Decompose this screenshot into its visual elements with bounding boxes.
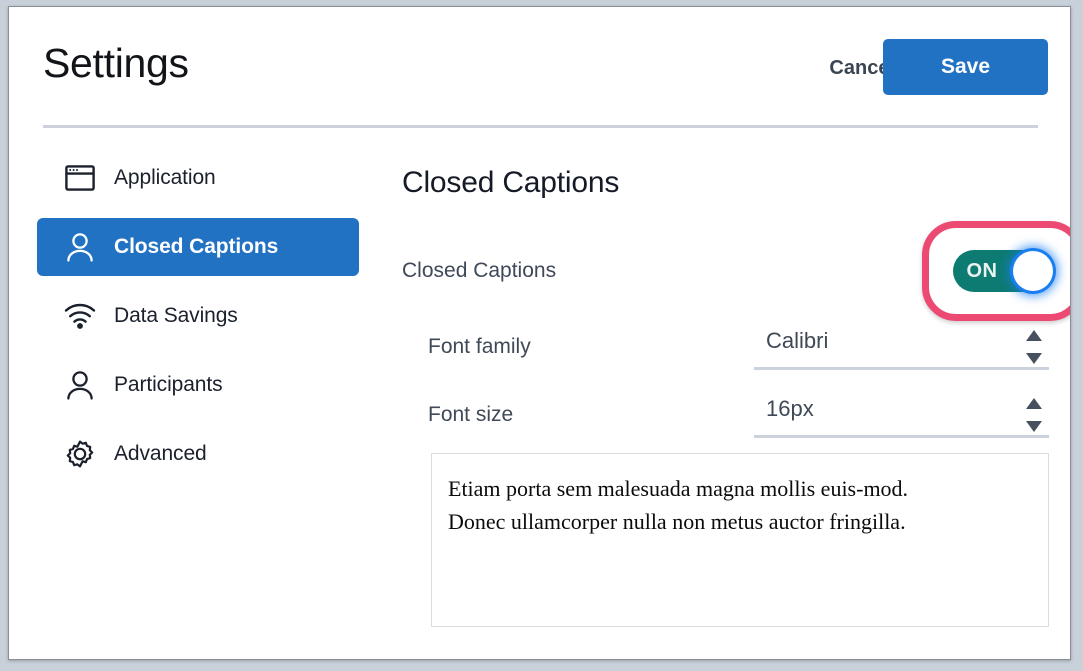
wifi-icon [63, 299, 97, 333]
sidebar-item-label: Participants [114, 373, 223, 397]
sidebar-item-label: Closed Captions [114, 235, 278, 259]
sidebar-item-label: Advanced [114, 442, 207, 466]
chevron-up-icon[interactable] [1026, 330, 1042, 341]
caption-preview-line-1: Etiam porta sem malesuada magna mollis e… [448, 472, 1032, 505]
sidebar-item-label: Data Savings [114, 304, 238, 328]
chevron-down-icon[interactable] [1026, 353, 1042, 364]
font-family-value: Calibri [766, 328, 828, 354]
font-size-row: Font size 16px [428, 392, 1052, 438]
chevron-down-icon[interactable] [1026, 421, 1042, 432]
sidebar-item-data-savings[interactable]: Data Savings [37, 287, 359, 345]
font-size-select[interactable]: 16px [754, 392, 1049, 438]
settings-panel: Closed Captions Closed Captions ON Font … [387, 128, 1070, 659]
person-icon [63, 230, 97, 264]
toggle-knob[interactable] [1013, 251, 1053, 291]
font-family-stepper[interactable] [1025, 330, 1042, 364]
save-button[interactable]: Save [883, 39, 1048, 95]
section-title: Closed Captions [402, 166, 619, 200]
font-size-stepper[interactable] [1025, 398, 1042, 432]
settings-window: Settings Cancel Save Application [8, 6, 1071, 660]
sidebar-nav: Application Closed Captions [9, 128, 387, 494]
caption-preview-box: Etiam porta sem malesuada magna mollis e… [431, 453, 1049, 627]
sidebar-item-label: Application [114, 166, 216, 190]
chevron-up-icon[interactable] [1026, 398, 1042, 409]
toggle-highlight-ring: ON [922, 221, 1071, 321]
font-size-label: Font size [428, 403, 513, 426]
window-header: Settings Cancel Save [9, 7, 1070, 121]
toggle-state-text: ON [967, 260, 998, 283]
closed-captions-toggle[interactable]: ON [953, 250, 1054, 292]
font-size-value: 16px [766, 396, 814, 422]
person-icon [63, 368, 97, 402]
closed-captions-toggle-label: Closed Captions [402, 259, 556, 282]
sidebar-item-advanced[interactable]: Advanced [37, 425, 359, 483]
sidebar-item-closed-captions[interactable]: Closed Captions [37, 218, 359, 276]
font-family-select[interactable]: Calibri [754, 324, 1049, 370]
gear-icon [63, 437, 97, 471]
sidebar-item-application[interactable]: Application [37, 149, 359, 207]
font-family-row: Font family Calibri [428, 324, 1052, 370]
window-body: Application Closed Captions [9, 128, 1070, 659]
closed-captions-toggle-row: Closed Captions ON [402, 254, 1052, 288]
caption-preview-line-2: Donec ullamcorper nulla non metus auctor… [448, 505, 1032, 538]
font-family-label: Font family [428, 335, 531, 358]
sidebar-item-participants[interactable]: Participants [37, 356, 359, 414]
browser-window-icon [63, 161, 97, 195]
page-title: Settings [43, 40, 189, 87]
